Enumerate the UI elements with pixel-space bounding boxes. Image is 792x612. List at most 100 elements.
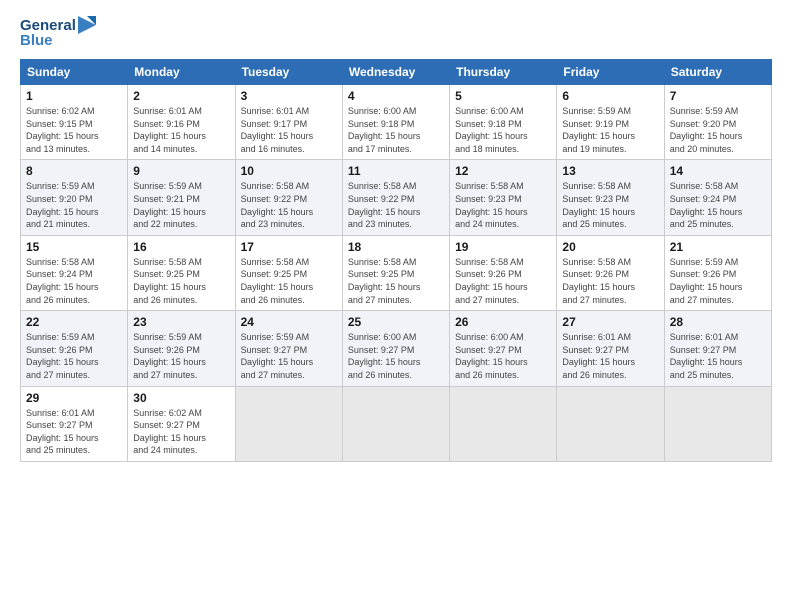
day-number: 28: [670, 315, 766, 329]
calendar-row-3: 22 Sunrise: 5:59 AM Sunset: 9:26 PM Dayli…: [21, 311, 772, 386]
calendar-cell: 3 Sunrise: 6:01 AM Sunset: 9:17 PM Daylig…: [235, 85, 342, 160]
day-number: 27: [562, 315, 658, 329]
header-thursday: Thursday: [450, 60, 557, 85]
day-info: Sunrise: 5:59 AM Sunset: 9:27 PM Dayligh…: [241, 331, 337, 381]
calendar-cell: 14Sunrise: 5:58 AM Sunset: 9:24 PM Dayli…: [664, 160, 771, 235]
calendar-cell: 30Sunrise: 6:02 AM Sunset: 9:27 PM Dayli…: [128, 386, 235, 461]
day-info: Sunrise: 5:58 AM Sunset: 9:22 PM Dayligh…: [348, 180, 444, 230]
calendar-cell: 18Sunrise: 5:58 AM Sunset: 9:25 PM Dayli…: [342, 235, 449, 310]
calendar-row-4: 29 Sunrise: 6:01 AM Sunset: 9:27 PM Dayli…: [21, 386, 772, 461]
day-info: Sunrise: 6:02 AM Sunset: 9:27 PM Dayligh…: [133, 407, 229, 457]
header-row: SundayMondayTuesdayWednesdayThursdayFrid…: [21, 60, 772, 85]
day-info: Sunrise: 5:58 AM Sunset: 9:24 PM Dayligh…: [26, 256, 122, 306]
calendar-cell: 4 Sunrise: 6:00 AM Sunset: 9:18 PM Daylig…: [342, 85, 449, 160]
calendar-cell: 23 Sunrise: 5:59 AM Sunset: 9:26 PM Dayli…: [128, 311, 235, 386]
calendar-cell: 26 Sunrise: 6:00 AM Sunset: 9:27 PM Dayli…: [450, 311, 557, 386]
day-number: 21: [670, 240, 766, 254]
day-number: 9: [133, 164, 229, 178]
day-number: 16: [133, 240, 229, 254]
calendar-cell: 28 Sunrise: 6:01 AM Sunset: 9:27 PM Dayli…: [664, 311, 771, 386]
day-number: 13: [562, 164, 658, 178]
day-number: 12: [455, 164, 551, 178]
calendar-cell: 13 Sunrise: 5:58 AM Sunset: 9:23 PM Dayli…: [557, 160, 664, 235]
calendar-cell: [450, 386, 557, 461]
day-info: Sunrise: 5:58 AM Sunset: 9:25 PM Dayligh…: [133, 256, 229, 306]
day-number: 22: [26, 315, 122, 329]
calendar-cell: 2 Sunrise: 6:01 AM Sunset: 9:16 PM Daylig…: [128, 85, 235, 160]
day-number: 8: [26, 164, 122, 178]
day-info: Sunrise: 5:58 AM Sunset: 9:23 PM Dayligh…: [562, 180, 658, 230]
calendar-table: SundayMondayTuesdayWednesdayThursdayFrid…: [20, 59, 772, 462]
day-info: Sunrise: 5:58 AM Sunset: 9:23 PM Dayligh…: [455, 180, 551, 230]
day-number: 17: [241, 240, 337, 254]
day-info: Sunrise: 5:59 AM Sunset: 9:26 PM Dayligh…: [26, 331, 122, 381]
calendar-cell: 27 Sunrise: 6:01 AM Sunset: 9:27 PM Dayli…: [557, 311, 664, 386]
day-info: Sunrise: 6:01 AM Sunset: 9:27 PM Dayligh…: [26, 407, 122, 457]
day-number: 2: [133, 89, 229, 103]
page-header: General Blue: [20, 16, 772, 49]
calendar-cell: [664, 386, 771, 461]
day-number: 1: [26, 89, 122, 103]
day-info: Sunrise: 5:59 AM Sunset: 9:21 PM Dayligh…: [133, 180, 229, 230]
calendar-cell: 12 Sunrise: 5:58 AM Sunset: 9:23 PM Dayli…: [450, 160, 557, 235]
logo-arrow-icon: [78, 16, 96, 34]
calendar-cell: [235, 386, 342, 461]
header-saturday: Saturday: [664, 60, 771, 85]
calendar-cell: 22 Sunrise: 5:59 AM Sunset: 9:26 PM Dayli…: [21, 311, 128, 386]
day-info: Sunrise: 5:59 AM Sunset: 9:19 PM Dayligh…: [562, 105, 658, 155]
calendar-cell: 1 Sunrise: 6:02 AM Sunset: 9:15 PM Daylig…: [21, 85, 128, 160]
day-number: 4: [348, 89, 444, 103]
calendar-cell: 7Sunrise: 5:59 AM Sunset: 9:20 PM Daylig…: [664, 85, 771, 160]
header-sunday: Sunday: [21, 60, 128, 85]
header-tuesday: Tuesday: [235, 60, 342, 85]
day-info: Sunrise: 5:58 AM Sunset: 9:26 PM Dayligh…: [455, 256, 551, 306]
day-number: 10: [241, 164, 337, 178]
day-number: 25: [348, 315, 444, 329]
calendar-cell: 15Sunrise: 5:58 AM Sunset: 9:24 PM Dayli…: [21, 235, 128, 310]
day-info: Sunrise: 6:00 AM Sunset: 9:27 PM Dayligh…: [455, 331, 551, 381]
day-number: 26: [455, 315, 551, 329]
day-info: Sunrise: 5:59 AM Sunset: 9:26 PM Dayligh…: [133, 331, 229, 381]
day-number: 3: [241, 89, 337, 103]
day-info: Sunrise: 5:58 AM Sunset: 9:25 PM Dayligh…: [348, 256, 444, 306]
day-info: Sunrise: 5:58 AM Sunset: 9:22 PM Dayligh…: [241, 180, 337, 230]
day-info: Sunrise: 6:02 AM Sunset: 9:15 PM Dayligh…: [26, 105, 122, 155]
day-info: Sunrise: 5:59 AM Sunset: 9:20 PM Dayligh…: [26, 180, 122, 230]
day-info: Sunrise: 6:00 AM Sunset: 9:27 PM Dayligh…: [348, 331, 444, 381]
day-info: Sunrise: 6:01 AM Sunset: 9:16 PM Dayligh…: [133, 105, 229, 155]
calendar-cell: 10 Sunrise: 5:58 AM Sunset: 9:22 PM Dayli…: [235, 160, 342, 235]
day-info: Sunrise: 6:01 AM Sunset: 9:27 PM Dayligh…: [670, 331, 766, 381]
calendar-row-2: 15Sunrise: 5:58 AM Sunset: 9:24 PM Dayli…: [21, 235, 772, 310]
calendar-cell: 29 Sunrise: 6:01 AM Sunset: 9:27 PM Dayli…: [21, 386, 128, 461]
day-number: 23: [133, 315, 229, 329]
calendar-cell: 9 Sunrise: 5:59 AM Sunset: 9:21 PM Daylig…: [128, 160, 235, 235]
calendar-cell: 11 Sunrise: 5:58 AM Sunset: 9:22 PM Dayli…: [342, 160, 449, 235]
logo-text-blue: Blue: [20, 32, 53, 49]
calendar-cell: 8 Sunrise: 5:59 AM Sunset: 9:20 PM Daylig…: [21, 160, 128, 235]
header-wednesday: Wednesday: [342, 60, 449, 85]
day-number: 11: [348, 164, 444, 178]
calendar-row-1: 8 Sunrise: 5:59 AM Sunset: 9:20 PM Daylig…: [21, 160, 772, 235]
day-number: 14: [670, 164, 766, 178]
calendar-cell: 17Sunrise: 5:58 AM Sunset: 9:25 PM Dayli…: [235, 235, 342, 310]
day-info: Sunrise: 6:01 AM Sunset: 9:17 PM Dayligh…: [241, 105, 337, 155]
day-number: 5: [455, 89, 551, 103]
day-info: Sunrise: 5:59 AM Sunset: 9:26 PM Dayligh…: [670, 256, 766, 306]
calendar-cell: 21 Sunrise: 5:59 AM Sunset: 9:26 PM Dayli…: [664, 235, 771, 310]
calendar-cell: 19 Sunrise: 5:58 AM Sunset: 9:26 PM Dayli…: [450, 235, 557, 310]
logo-text-general: General: [20, 17, 76, 34]
day-info: Sunrise: 6:00 AM Sunset: 9:18 PM Dayligh…: [348, 105, 444, 155]
calendar-cell: [342, 386, 449, 461]
calendar-cell: [557, 386, 664, 461]
day-info: Sunrise: 6:00 AM Sunset: 9:18 PM Dayligh…: [455, 105, 551, 155]
calendar-row-0: 1 Sunrise: 6:02 AM Sunset: 9:15 PM Daylig…: [21, 85, 772, 160]
calendar-cell: 6 Sunrise: 5:59 AM Sunset: 9:19 PM Daylig…: [557, 85, 664, 160]
day-info: Sunrise: 6:01 AM Sunset: 9:27 PM Dayligh…: [562, 331, 658, 381]
calendar-cell: 24Sunrise: 5:59 AM Sunset: 9:27 PM Dayli…: [235, 311, 342, 386]
day-number: 29: [26, 391, 122, 405]
calendar-cell: 25 Sunrise: 6:00 AM Sunset: 9:27 PM Dayli…: [342, 311, 449, 386]
day-info: Sunrise: 5:58 AM Sunset: 9:26 PM Dayligh…: [562, 256, 658, 306]
calendar-cell: 16 Sunrise: 5:58 AM Sunset: 9:25 PM Dayli…: [128, 235, 235, 310]
day-number: 6: [562, 89, 658, 103]
day-number: 19: [455, 240, 551, 254]
